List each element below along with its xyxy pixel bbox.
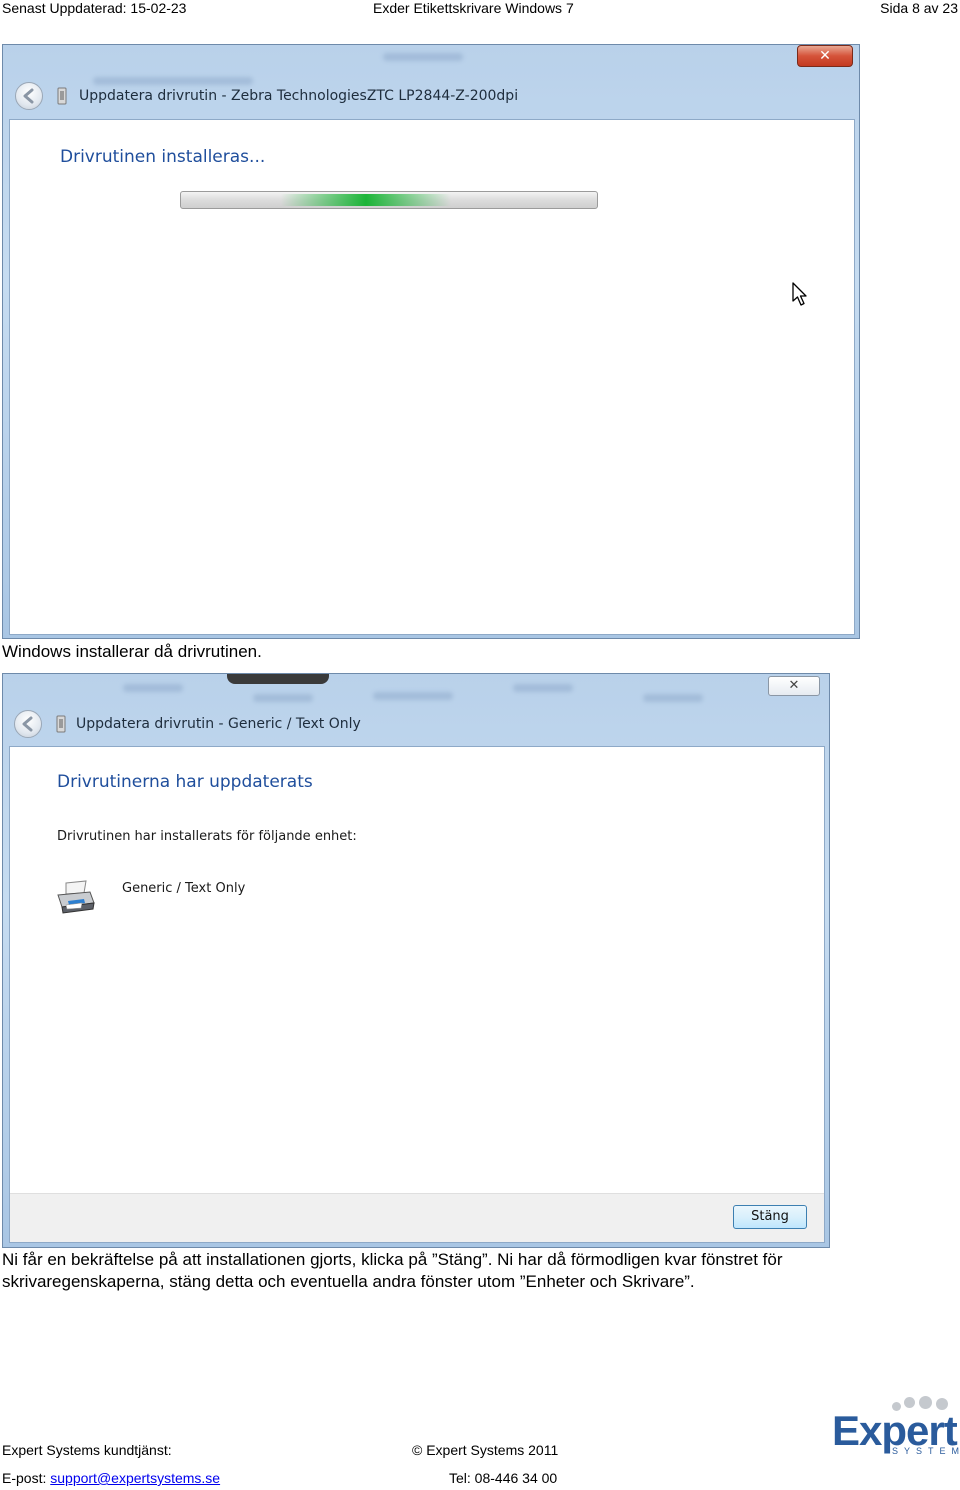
background-blur [383, 53, 463, 61]
background-blur [123, 684, 183, 692]
dialog-title: Uppdatera drivrutin - Generic / Text Onl… [76, 716, 361, 732]
background-blur [643, 694, 703, 702]
printer-icon [54, 879, 96, 920]
back-arrow-button[interactable] [14, 710, 42, 738]
back-arrow-icon [23, 88, 34, 104]
dialog-button-bar: Stäng [10, 1193, 824, 1242]
header-document-title: Exder Etikettskrivare Windows 7 [373, 0, 574, 16]
mouse-cursor-icon [791, 281, 809, 312]
background-blur [513, 684, 573, 692]
header-page-number: Sida 8 av 23 [880, 0, 958, 16]
caption-confirmation-line1: Ni får en bekräftelse på att installatio… [2, 1250, 783, 1269]
footer-support-label: Expert Systems kundtjänst: [2, 1442, 172, 1458]
footer-email-label: E-post: [2, 1470, 47, 1486]
caption-confirmation-line2: skrivaregenskaperna, stäng detta och eve… [2, 1272, 695, 1291]
caption-installing: Windows installerar då drivrutinen. [2, 642, 262, 661]
header-last-updated: Senast Uppdaterad: 15-02-23 [2, 0, 187, 16]
printer-small-icon [57, 87, 67, 105]
background-blur [93, 77, 253, 85]
driver-updated-dialog: ✕ Uppdatera drivrutin - Generic / Text O… [2, 673, 830, 1248]
progress-indicator [281, 194, 451, 206]
installed-for-device-text: Drivrutinen har installerats för följand… [57, 829, 357, 844]
logo-subtitle: SYSTEMS [892, 1446, 960, 1456]
window-close-button[interactable]: ✕ [768, 676, 820, 696]
device-name: Generic / Text Only [122, 881, 246, 896]
footer-copyright: © Expert Systems 2011 [412, 1442, 559, 1458]
close-button[interactable]: Stäng [733, 1205, 807, 1229]
printer-small-icon [56, 715, 66, 733]
dialog-content: Drivrutinen installeras... [9, 119, 855, 635]
expert-systems-logo: Expert SYSTEMS [832, 1396, 960, 1456]
background-blur [373, 692, 453, 700]
install-progress-bar [180, 191, 598, 209]
background-blur [253, 694, 313, 702]
window-close-button[interactable]: ✕ [797, 45, 853, 67]
dialog-content: Drivrutinerna har uppdaterats Drivrutine… [9, 746, 825, 1243]
updated-heading: Drivrutinerna har uppdaterats [57, 772, 313, 792]
back-arrow-icon [22, 716, 33, 732]
dialog-title: Uppdatera drivrutin - Zebra Technologies… [79, 88, 519, 104]
installing-heading: Drivrutinen installeras... [60, 147, 266, 167]
footer-phone: Tel: 08-446 34 00 [449, 1470, 558, 1486]
driver-installing-dialog: ✕ Uppdatera drivrutin - Zebra Technologi… [2, 44, 860, 639]
back-arrow-button[interactable] [15, 82, 43, 110]
footer-email-line: E-post: support@expertsystems.se [2, 1470, 220, 1486]
background-window-edge [227, 674, 329, 684]
support-email-link[interactable]: support@expertsystems.se [50, 1470, 220, 1486]
